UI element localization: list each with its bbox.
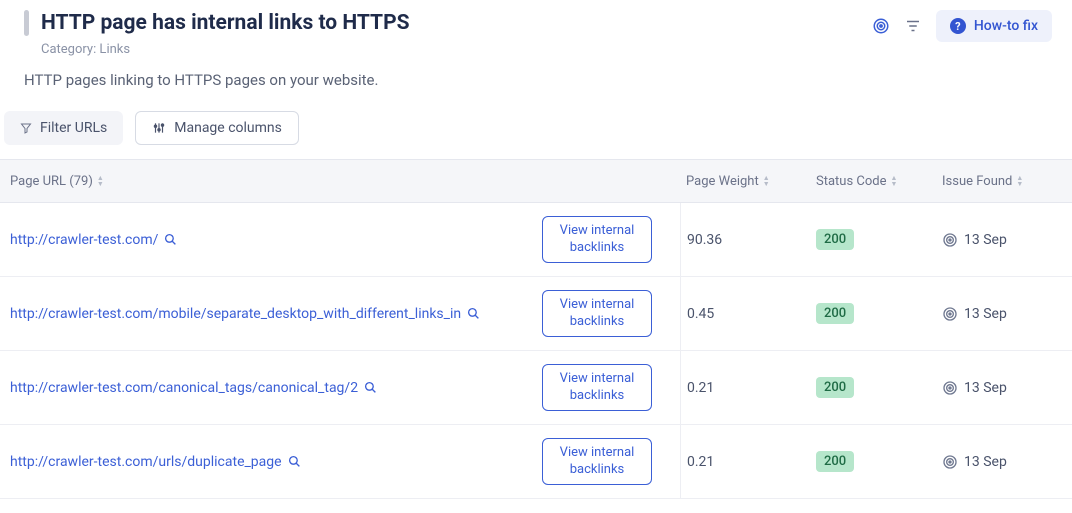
title-accent-bar <box>24 10 29 36</box>
issue-found-date: 13 Sep <box>964 380 1007 396</box>
howto-fix-label: How-to fix <box>974 18 1038 34</box>
page-title: HTTP page has internal links to HTTPS <box>41 11 410 35</box>
columns-icon <box>152 121 166 135</box>
page-url-link[interactable]: http://crawler-test.com/mobile/separate_… <box>10 306 461 322</box>
page-weight-value: 90.36 <box>687 232 722 248</box>
sort-icon[interactable] <box>904 17 922 35</box>
manage-columns-button[interactable]: Manage columns <box>135 111 299 145</box>
target-icon[interactable] <box>872 17 890 35</box>
col-header-weight[interactable]: Page Weight ▲▼ <box>680 174 810 189</box>
col-header-status-label: Status Code <box>816 174 887 189</box>
filter-urls-label: Filter URLs <box>40 120 107 136</box>
magnify-icon[interactable] <box>467 307 480 320</box>
page-description: HTTP pages linking to HTTPS pages on you… <box>0 57 1072 111</box>
magnify-icon[interactable] <box>364 381 377 394</box>
table-header: Page URL (79) ▲▼ Page Weight ▲▼ Status C… <box>0 159 1072 203</box>
sort-caret-icon: ▲▼ <box>763 175 770 187</box>
page-url-link[interactable]: http://crawler-test.com/urls/duplicate_p… <box>10 454 282 470</box>
col-header-status[interactable]: Status Code ▲▼ <box>810 174 936 189</box>
page-weight-value: 0.45 <box>687 306 714 322</box>
magnify-icon[interactable] <box>288 455 301 468</box>
issue-found-date: 13 Sep <box>964 454 1007 470</box>
page-weight-value: 0.21 <box>687 454 714 470</box>
magnify-icon[interactable] <box>164 233 177 246</box>
target-icon <box>942 306 958 322</box>
page-url-link[interactable]: http://crawler-test.com/ <box>10 232 158 248</box>
howto-fix-button[interactable]: ? How-to fix <box>936 10 1052 42</box>
status-badge: 200 <box>816 303 854 324</box>
status-badge: 200 <box>816 229 854 250</box>
sort-caret-icon: ▲▼ <box>97 175 104 187</box>
question-icon: ? <box>950 18 966 34</box>
page-url-link[interactable]: http://crawler-test.com/canonical_tags/c… <box>10 380 358 396</box>
view-backlinks-button[interactable]: View internal backlinks <box>542 364 652 412</box>
col-header-weight-label: Page Weight <box>686 174 759 189</box>
category-label: Category: Links <box>41 42 410 57</box>
issue-found-date: 13 Sep <box>964 232 1007 248</box>
target-icon <box>942 454 958 470</box>
col-header-found[interactable]: Issue Found ▲▼ <box>936 174 1072 189</box>
sort-caret-icon: ▲▼ <box>891 175 898 187</box>
table-row: http://crawler-test.com/canonical_tags/c… <box>0 351 1072 425</box>
view-backlinks-button[interactable]: View internal backlinks <box>542 216 652 264</box>
status-badge: 200 <box>816 451 854 472</box>
manage-columns-label: Manage columns <box>174 120 282 136</box>
filter-urls-button[interactable]: Filter URLs <box>4 111 123 145</box>
view-backlinks-button[interactable]: View internal backlinks <box>542 290 652 338</box>
table-row: http://crawler-test.com/mobile/separate_… <box>0 277 1072 351</box>
view-backlinks-button[interactable]: View internal backlinks <box>542 438 652 486</box>
col-header-url[interactable]: Page URL (79) ▲▼ <box>0 174 680 189</box>
status-badge: 200 <box>816 377 854 398</box>
col-header-url-label: Page URL (79) <box>10 174 93 189</box>
table-row: http://crawler-test.com/ View internal b… <box>0 203 1072 277</box>
target-icon <box>942 232 958 248</box>
table-row: http://crawler-test.com/urls/duplicate_p… <box>0 425 1072 499</box>
sort-caret-icon: ▲▼ <box>1016 175 1023 187</box>
col-header-found-label: Issue Found <box>942 174 1012 189</box>
page-weight-value: 0.21 <box>687 380 714 396</box>
target-icon <box>942 380 958 396</box>
filter-icon <box>20 122 32 134</box>
issue-found-date: 13 Sep <box>964 306 1007 322</box>
